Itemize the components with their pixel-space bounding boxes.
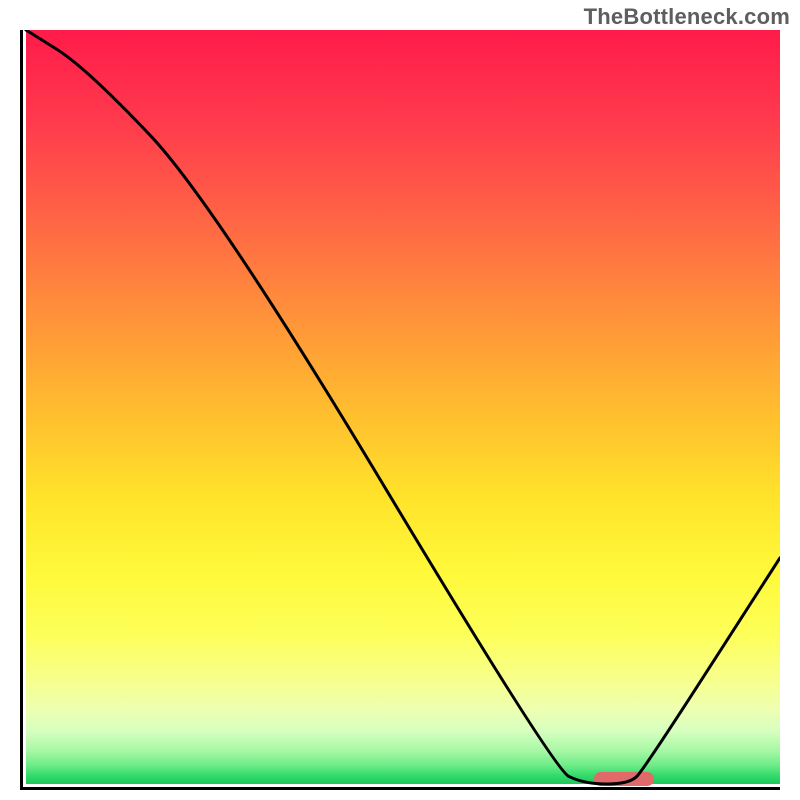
bottleneck-curve-line [23, 30, 780, 787]
chart-area [20, 30, 780, 790]
watermark-text: TheBottleneck.com [584, 4, 790, 30]
